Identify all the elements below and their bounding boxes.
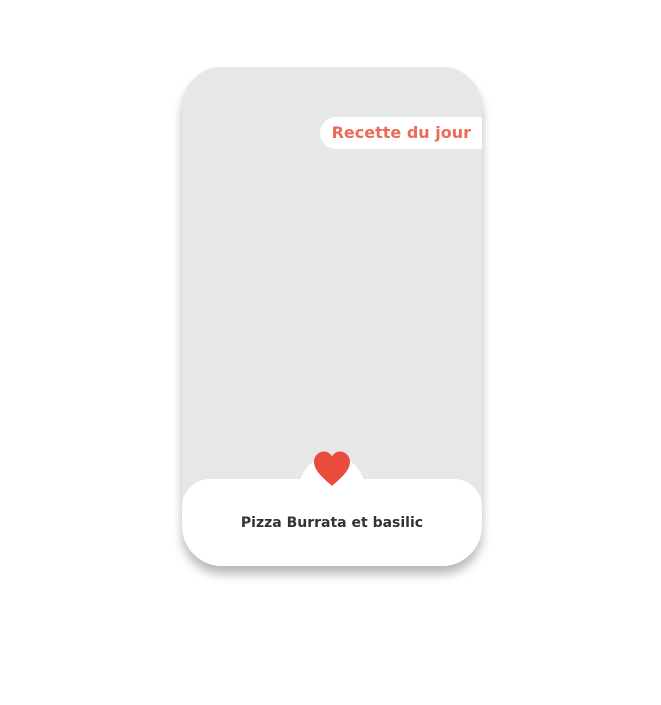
recipe-of-the-day-badge: Recette du jour (319, 117, 482, 149)
recipe-card-footer: Pizza Burrata et basilic (182, 479, 482, 566)
recipe-title: Pizza Burrata et basilic (240, 515, 424, 531)
favorite-button[interactable] (312, 450, 352, 488)
recipe-card[interactable]: Recette du jour Pizza Burrata et basilic (182, 67, 482, 566)
heart-icon (314, 451, 350, 486)
